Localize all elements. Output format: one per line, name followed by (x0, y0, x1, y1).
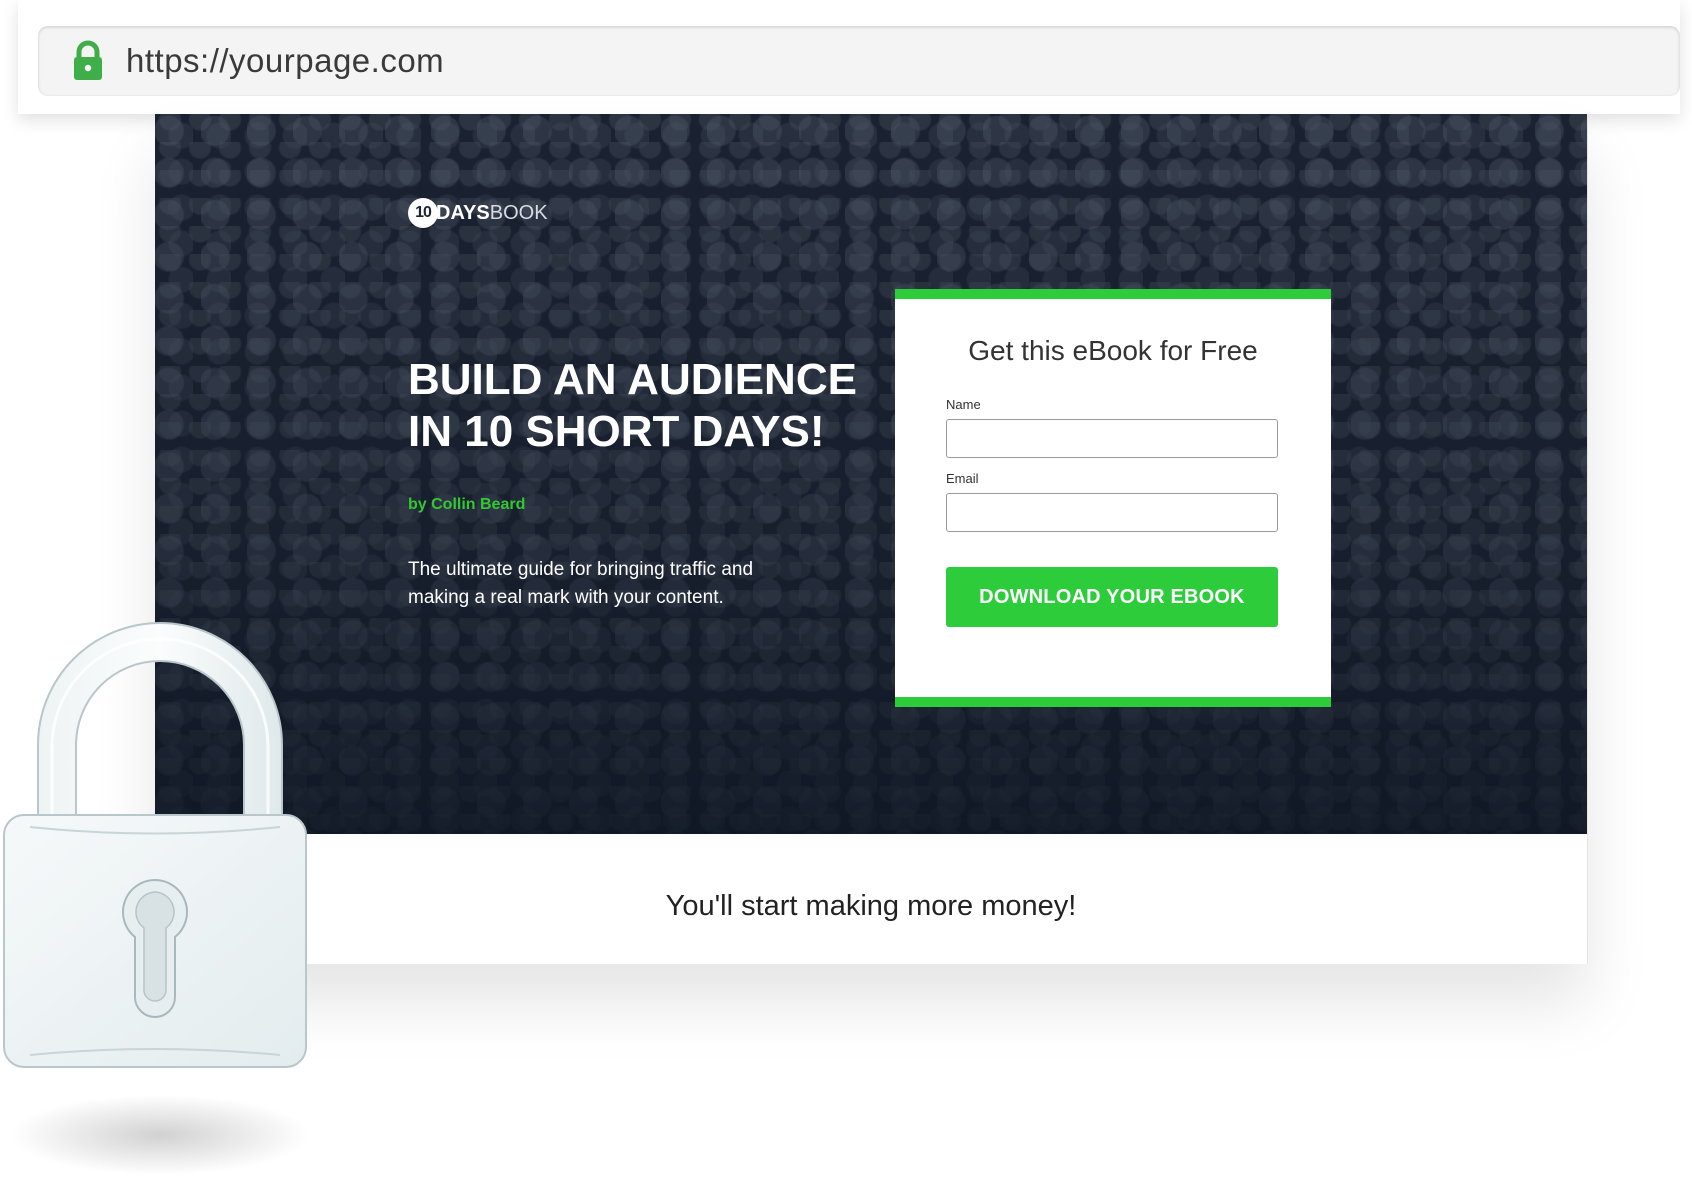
download-ebook-button[interactable]: DOWNLOAD YOUR EBOOK (946, 567, 1278, 627)
hero-section: 10 DAYS BOOK BUILD AN AUDIENCE IN 10 SHO… (155, 114, 1587, 834)
hero-headline: BUILD AN AUDIENCE IN 10 SHORT DAYS! (408, 354, 888, 458)
headline-line-2: IN 10 SHORT DAYS! (408, 407, 825, 456)
headline-line-1: BUILD AN AUDIENCE (408, 355, 857, 404)
brand-logo: 10 DAYS BOOK (408, 198, 548, 228)
hero-description: The ultimate guide for bringing traffic … (408, 559, 754, 608)
landing-page-preview: 10 DAYS BOOK BUILD AN AUDIENCE IN 10 SHO… (155, 114, 1588, 964)
email-field[interactable] (946, 493, 1278, 532)
url-text: https://yourpage.com (126, 42, 445, 79)
tagline-text: You'll start making more money! (665, 890, 1077, 922)
padlock-icon (72, 40, 104, 82)
logo-number: 10 (408, 198, 438, 228)
optin-form-card: Get this eBook for Free Name Email DOWNL… (895, 289, 1331, 707)
email-label: Email (946, 471, 979, 486)
logo-book: BOOK (489, 201, 548, 224)
name-label: Name (946, 397, 981, 412)
padlock-illustration-icon (0, 595, 320, 1185)
browser-address-bar: https://yourpage.com (18, 0, 1680, 114)
name-field[interactable] (946, 419, 1278, 458)
url-field[interactable]: https://yourpage.com (38, 26, 1680, 96)
form-title: Get this eBook for Free (968, 335, 1258, 366)
logo-days: DAYS (436, 201, 490, 224)
author-byline: by Collin Beard (408, 496, 526, 513)
